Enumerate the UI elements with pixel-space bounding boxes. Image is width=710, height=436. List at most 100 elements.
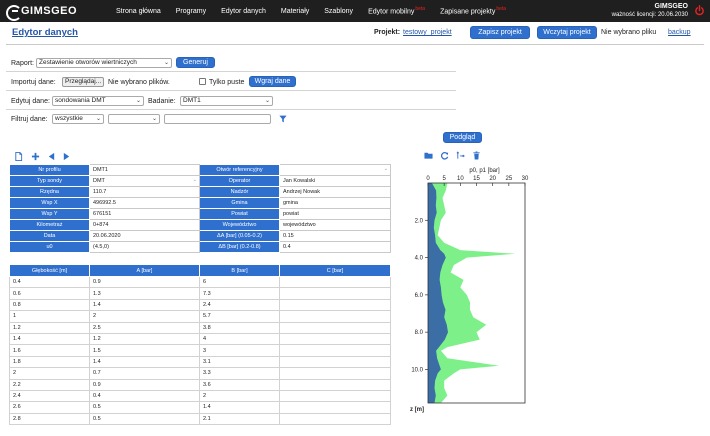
info-value[interactable]: gmina (279, 197, 391, 209)
table-cell[interactable]: 3.1 (199, 355, 280, 369)
table-cell[interactable] (279, 287, 391, 300)
table-cell[interactable] (279, 355, 391, 369)
table-cell[interactable]: 0.9 (89, 275, 200, 289)
table-cell[interactable]: 1.2 (89, 332, 200, 346)
table-cell[interactable] (279, 321, 391, 334)
table-cell[interactable]: 3.3 (199, 367, 280, 380)
save-project-button[interactable]: Zapisz projekt (470, 26, 530, 39)
info-value[interactable]: powiat (279, 208, 391, 220)
nav-programs[interactable]: Programy (176, 8, 206, 15)
column-header-a[interactable]: A [bar] (89, 264, 200, 277)
edit-data-select[interactable]: sondowania DMT ⌄ (52, 96, 144, 106)
nav-home[interactable]: Strona główna (116, 8, 161, 15)
table-cell[interactable]: 3 (199, 344, 280, 357)
table-cell[interactable]: 2.5 (89, 321, 200, 334)
table-cell[interactable]: 0.6 (9, 287, 90, 300)
table-cell[interactable]: 0.7 (89, 367, 200, 380)
table-cell[interactable] (279, 367, 391, 380)
nav-saved-projects[interactable]: Zapisane projektybeta (440, 6, 506, 15)
nav-templates[interactable]: Szablony (324, 8, 353, 15)
column-header-c[interactable]: C [bar] (279, 264, 391, 277)
nav-data-editor[interactable]: Edytor danych (221, 8, 266, 15)
table-cell[interactable]: 2 (199, 389, 280, 403)
report-select[interactable]: Zestawienie otworów wiertniczych ⌄ (36, 58, 172, 68)
table-cell[interactable] (279, 412, 391, 426)
table-cell[interactable] (279, 310, 391, 323)
filter-select[interactable]: wszystkie ⌄ (52, 114, 104, 124)
info-value[interactable]: 0.4 (279, 241, 391, 253)
table-cell[interactable] (279, 389, 391, 403)
table-cell[interactable]: 1.4 (89, 355, 200, 369)
arrow-left-icon[interactable] (47, 152, 56, 161)
table-cell[interactable]: 2.1 (199, 412, 280, 426)
table-cell[interactable] (279, 378, 391, 391)
load-project-button[interactable]: Wczytaj projekt (537, 26, 597, 39)
info-value[interactable]: 20.06.2020 (89, 230, 200, 242)
info-value[interactable]: Andrzej Nowak (279, 186, 391, 198)
table-cell[interactable]: 4 (199, 332, 280, 346)
generate-button[interactable]: Generuj (176, 57, 215, 68)
browse-files-button[interactable]: Przeglądaj... (62, 77, 105, 87)
info-value[interactable]: (4.5,0) (89, 241, 200, 253)
table-cell[interactable]: 2 (89, 310, 200, 323)
nav-mobile-editor[interactable]: Edytor mobilnybeta (368, 6, 425, 15)
info-value[interactable]: DMT ⌄ (89, 175, 200, 187)
info-value[interactable]: 496992.5 (89, 197, 200, 209)
table-cell[interactable]: 2.4 (199, 298, 280, 312)
only-empty-checkbox[interactable] (199, 78, 206, 85)
table-cell[interactable]: 0.5 (89, 412, 200, 426)
table-cell[interactable]: 1.3 (89, 287, 200, 300)
table-cell[interactable]: 1 (9, 310, 90, 323)
table-cell[interactable]: 0.9 (89, 378, 200, 391)
test-select[interactable]: DMT1 ⌄ (180, 96, 273, 106)
table-cell[interactable]: 0.8 (9, 298, 90, 312)
power-icon[interactable] (694, 5, 705, 16)
info-value[interactable]: 0.15 (279, 230, 391, 242)
column-header-depth[interactable]: Głębokość [m] (9, 264, 90, 277)
table-cell[interactable]: 0.4 (89, 389, 200, 403)
trash-icon[interactable] (472, 151, 481, 160)
preview-button[interactable]: Podgląd (443, 132, 482, 143)
table-cell[interactable]: 2.6 (9, 401, 90, 414)
table-cell[interactable] (279, 344, 391, 357)
table-cell[interactable]: 5.7 (199, 310, 280, 323)
backup-link[interactable]: backup (668, 29, 691, 36)
filter-icon[interactable] (279, 115, 287, 123)
table-cell[interactable]: 1.2 (9, 321, 90, 334)
project-name-link[interactable]: testowy_projekt (403, 29, 452, 36)
info-value[interactable]: województwo (279, 219, 391, 231)
table-cell[interactable]: 0.5 (89, 401, 200, 414)
info-value[interactable]: 0+874 (89, 219, 200, 231)
refresh-icon[interactable] (440, 151, 449, 160)
table-cell[interactable]: 1.6 (9, 344, 90, 357)
logo[interactable]: GIMSGEO (6, 3, 77, 21)
filter-column-select[interactable]: ⌄ (108, 114, 160, 124)
table-cell[interactable]: 2 (9, 367, 90, 380)
table-cell[interactable]: 0.4 (9, 275, 90, 289)
info-value[interactable]: 676151 (89, 208, 200, 220)
info-value[interactable]: ⌄ (279, 164, 391, 176)
table-cell[interactable] (279, 275, 391, 289)
info-value[interactable]: DMT1 (89, 164, 200, 176)
table-cell[interactable]: 3.6 (199, 378, 280, 391)
arrow-right-icon[interactable] (62, 152, 71, 161)
table-cell[interactable]: 2.4 (9, 389, 90, 403)
table-cell[interactable] (279, 298, 391, 312)
nav-materials[interactable]: Materiały (281, 8, 309, 15)
table-cell[interactable] (279, 332, 391, 346)
table-cell[interactable]: 2.2 (9, 378, 90, 391)
folder-icon[interactable] (424, 151, 433, 160)
info-value[interactable]: 110.7 (89, 186, 200, 198)
table-cell[interactable]: 1.8 (9, 355, 90, 369)
table-cell[interactable]: 3.8 (199, 321, 280, 334)
table-cell[interactable]: 7.3 (199, 287, 280, 300)
add-row-icon[interactable] (31, 152, 40, 161)
table-cell[interactable]: 1.4 (89, 298, 200, 312)
table-cell[interactable]: 1.4 (9, 332, 90, 346)
table-cell[interactable]: 1.5 (89, 344, 200, 357)
load-data-button[interactable]: Wgraj dane (249, 76, 296, 87)
info-value[interactable]: Jan Kowalski (279, 175, 391, 187)
column-header-b[interactable]: B [bar] (199, 264, 280, 277)
new-file-icon[interactable] (14, 152, 23, 161)
table-cell[interactable] (279, 401, 391, 414)
